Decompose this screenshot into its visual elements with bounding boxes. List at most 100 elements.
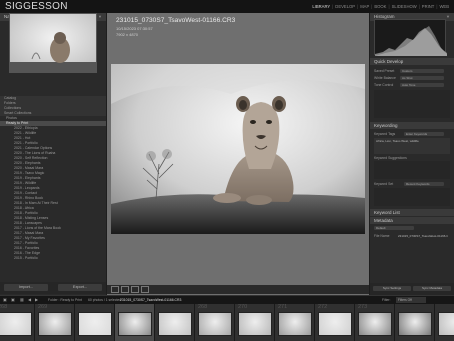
sync-settings-button[interactable]: Sync Settings bbox=[373, 286, 411, 291]
quick-develop-sliders[interactable] bbox=[374, 90, 450, 118]
collection-label: 2021 - Portfolio bbox=[14, 141, 38, 145]
next-icon[interactable]: ▶ bbox=[35, 297, 38, 302]
filmstrip-cell[interactable]: 270 bbox=[235, 304, 275, 341]
white-balance-label: White Balance bbox=[374, 75, 396, 80]
import-button[interactable]: Import... bbox=[4, 284, 48, 291]
survey-view-icon[interactable] bbox=[141, 286, 149, 293]
keyword-tags-label: Keyword Tags bbox=[374, 132, 396, 136]
filmstrip-cell[interactable] bbox=[395, 304, 435, 341]
navigator-preview[interactable] bbox=[9, 13, 97, 73]
filmstrip-thumbnail bbox=[398, 312, 432, 336]
collection-label: Catalog bbox=[4, 96, 17, 100]
second-window-icon[interactable]: ▣ bbox=[11, 297, 15, 302]
keyword-set-select[interactable]: Recent Keywords bbox=[404, 182, 444, 186]
keyword-set-label: Keyword Set bbox=[374, 182, 394, 186]
collection-label: Ready to Print bbox=[6, 121, 29, 125]
grid-icon[interactable]: ▦ bbox=[20, 297, 24, 302]
image-datetime: 10/15/2023 07:30:57 bbox=[116, 26, 153, 31]
breadcrumb[interactable]: Folder : Ready to Print bbox=[48, 298, 82, 302]
module-slideshow[interactable]: SLIDESHOW bbox=[392, 4, 417, 9]
histogram-graph bbox=[375, 26, 447, 56]
collection-label: 2019 - Tsavo Magic bbox=[14, 171, 45, 175]
filmstrip-cell[interactable]: 271 bbox=[275, 304, 315, 341]
filmstrip-cell[interactable]: 268 bbox=[195, 304, 235, 341]
module-book[interactable]: BOOK bbox=[374, 4, 386, 9]
filter-select[interactable]: Filters Off bbox=[396, 297, 426, 303]
window-icon[interactable]: ▣ bbox=[3, 297, 7, 302]
module-separator: | bbox=[332, 4, 334, 9]
saved-preset-select[interactable]: Custom bbox=[400, 68, 444, 73]
filmstrip-cell[interactable] bbox=[115, 304, 155, 341]
collection-label: 2020 - The Lions of Ruaha bbox=[14, 151, 56, 155]
filmstrip-thumbnail bbox=[0, 312, 32, 336]
prev-icon[interactable]: ◀ bbox=[28, 297, 31, 302]
keywording-title: Keywording bbox=[374, 123, 398, 128]
photo-count: 60 photos / 1 selected bbox=[88, 298, 122, 302]
collection-label: 2021 - Wildlife bbox=[14, 131, 37, 135]
metadata-title: Metadata bbox=[374, 218, 393, 223]
keyword-tags-select[interactable]: Enter Keywords bbox=[404, 132, 444, 136]
cell-number: 271 bbox=[278, 304, 288, 310]
filmstrip-thumbnail bbox=[278, 312, 312, 336]
filmstrip-cell[interactable]: 268 bbox=[0, 304, 35, 341]
collapse-icon[interactable]: ▼ bbox=[98, 13, 102, 21]
collection-label: 2019 - Leopards bbox=[14, 186, 40, 190]
collection-label: 2021 - Calendar Options bbox=[14, 146, 53, 150]
collection-label: Collections bbox=[4, 106, 22, 110]
filmstrip-cell[interactable]: 269 bbox=[35, 304, 75, 341]
filmstrip-cell[interactable]: 272 bbox=[315, 304, 355, 341]
filmstrip-cell[interactable] bbox=[75, 304, 115, 341]
compare-view-icon[interactable] bbox=[131, 286, 139, 293]
collection-label: 2019 - Wildlife bbox=[14, 181, 37, 185]
quick-develop-title: Quick Develop bbox=[374, 59, 404, 64]
export-button[interactable]: Export... bbox=[58, 284, 102, 291]
keyword-list-title: Keyword List bbox=[374, 210, 400, 215]
collection-label: 2018 - Africa bbox=[14, 206, 34, 210]
collection-label: 2017 - Masai Mara bbox=[14, 231, 44, 235]
collection-label: 2018 - Misting Lenses bbox=[14, 216, 49, 220]
collection-label: 2021 - Hot bbox=[14, 136, 31, 140]
collection-label: 2019 - Contact bbox=[14, 191, 37, 195]
filmstrip-cell[interactable] bbox=[435, 304, 454, 341]
brand-logo: SIGGESSON bbox=[5, 1, 68, 12]
keyword-suggestions-label: Keyword Suggestions bbox=[374, 156, 407, 160]
metadata-preset-select[interactable]: Default bbox=[374, 226, 414, 230]
collection-label: Smart Collections bbox=[4, 111, 32, 115]
cell-number: 270 bbox=[238, 304, 248, 310]
filmstrip-cell[interactable] bbox=[155, 304, 195, 341]
grid-view-icon[interactable] bbox=[111, 286, 119, 293]
module-separator: | bbox=[436, 4, 438, 9]
keyword-list-header[interactable]: Keyword List bbox=[370, 209, 454, 216]
filmstrip-bar: ▣ ▣ ▦ ◀ ▶ Folder : Ready to Print 60 pho… bbox=[0, 295, 454, 304]
sync-metadata-button[interactable]: Sync Metadata bbox=[413, 286, 451, 291]
keyword-set-grid[interactable] bbox=[374, 188, 450, 206]
keyword-suggestions-grid[interactable] bbox=[374, 161, 450, 179]
histogram bbox=[374, 19, 447, 56]
quick-develop-header[interactable]: Quick Develop bbox=[370, 58, 454, 65]
filmstrip-thumbnail bbox=[438, 312, 454, 336]
cell-number: 268 bbox=[0, 304, 8, 310]
module-web[interactable]: WEB bbox=[439, 4, 449, 9]
cell-number: 269 bbox=[38, 304, 48, 310]
auto-tone-button[interactable]: Auto Tone bbox=[400, 82, 444, 87]
module-print[interactable]: PRINT bbox=[422, 4, 435, 9]
metadata-header[interactable]: Metadata bbox=[370, 217, 454, 224]
filmstrip-thumbnail bbox=[38, 312, 72, 336]
collection-label: 2017 - Portfolio bbox=[14, 241, 38, 245]
collection-item[interactable]: 2015 - Portfolio bbox=[0, 256, 106, 261]
filter-label: Filter: bbox=[382, 298, 391, 302]
collection-label: 2020 - Masai Mara bbox=[14, 166, 44, 170]
collection-label: 2016 - Favorites bbox=[14, 246, 40, 250]
collection-label: 2017 - My Favorites bbox=[14, 236, 45, 240]
main-photo[interactable] bbox=[111, 64, 365, 234]
keywording-header[interactable]: Keywording bbox=[370, 122, 454, 129]
module-develop[interactable]: DEVELOP bbox=[335, 4, 355, 9]
keywords-field[interactable]: Africa, Lion, Tsavo West, wildlife bbox=[374, 138, 450, 154]
module-map[interactable]: MAP bbox=[360, 4, 369, 9]
module-picker: LIBRARY | DEVELOP | MAP | BOOK | SLIDESHOW | PRINT… bbox=[311, 4, 450, 10]
collection-label: 2019 - Elephants bbox=[14, 176, 41, 180]
loupe-view-icon[interactable] bbox=[121, 286, 129, 293]
module-library[interactable]: LIBRARY bbox=[312, 4, 330, 9]
filmstrip-cell[interactable]: 273 bbox=[355, 304, 395, 341]
white-balance-select[interactable]: As Shot bbox=[400, 75, 444, 80]
